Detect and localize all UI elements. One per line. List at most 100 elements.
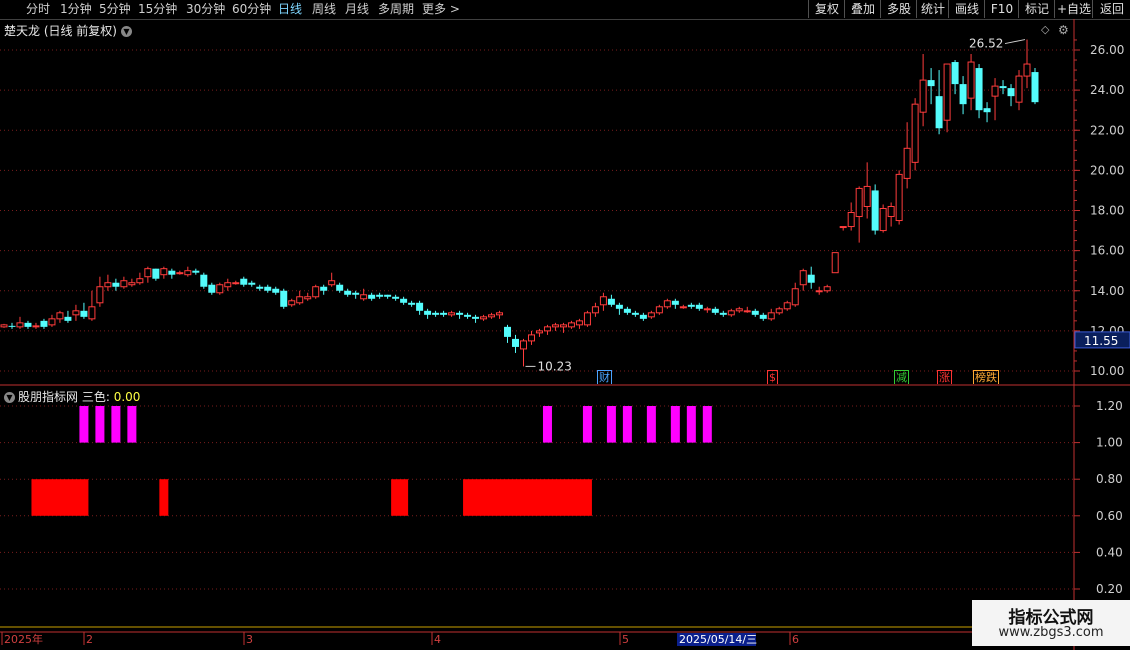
candle-body-down <box>416 302 424 311</box>
magenta-signal-bar <box>622 406 632 443</box>
candle-body-up <box>16 322 24 328</box>
candle-body-down <box>999 86 1007 89</box>
candle-body-down <box>112 282 120 287</box>
candle-body-down <box>208 284 216 293</box>
candle-body-up <box>703 308 711 311</box>
kline-chart[interactable]: 26.0024.0022.0020.0018.0016.0014.0012.00… <box>0 0 1130 650</box>
candle-body-up <box>599 296 607 306</box>
diamond-icon: ◇ <box>1041 23 1050 36</box>
candle-body-down <box>168 270 176 275</box>
candle-body-up <box>799 270 807 286</box>
candle-body-up <box>104 282 112 288</box>
candle-body-down <box>871 190 879 231</box>
candle-body-up <box>887 205 895 218</box>
candle-body-down <box>352 292 360 295</box>
candle-body-up <box>679 306 687 309</box>
price-tick-label: 24.00 <box>1090 83 1124 97</box>
magenta-signal-bar <box>670 406 680 443</box>
candle-body-up <box>128 282 136 286</box>
candle-body-up <box>360 294 368 300</box>
candle-body-down <box>8 325 16 327</box>
candle-body-up <box>895 173 903 222</box>
cursor-date-label: 2025/05/14/三 <box>679 633 757 646</box>
candle-body-down <box>1031 72 1039 103</box>
candle-body-down <box>751 310 759 315</box>
candle-body-up <box>743 310 751 313</box>
candle-body-down <box>615 304 623 309</box>
price-tick-label: 14.00 <box>1090 284 1124 298</box>
magenta-signal-bar <box>542 406 552 443</box>
candle-body-up <box>312 286 320 298</box>
candle-body-down <box>392 296 400 299</box>
candle-body-up <box>72 310 80 316</box>
xaxis-label: 6 <box>792 633 799 646</box>
price-tick-label: 16.00 <box>1090 244 1124 258</box>
candle-body-up <box>879 207 887 232</box>
candle-body-down <box>456 312 464 315</box>
red-signal-bar <box>159 479 169 516</box>
price-tick-label: 10.00 <box>1090 364 1124 378</box>
candle-body-down <box>256 286 264 289</box>
candle-body-up <box>160 268 168 276</box>
candle-body-down <box>344 290 352 295</box>
candle-body-down <box>400 298 408 303</box>
candle-body-up <box>328 280 336 286</box>
candle-body-down <box>464 314 472 317</box>
event-mark[interactable]: 减 <box>894 370 909 384</box>
candle-body-up <box>543 326 551 332</box>
candle-body-down <box>424 310 432 315</box>
indicator-tick-label: 0.60 <box>1096 509 1123 523</box>
candle-body-down <box>504 326 512 337</box>
candle-body-down <box>440 312 448 315</box>
candle-body-down <box>935 96 943 129</box>
magenta-signal-bar <box>582 406 592 443</box>
xaxis-label: 5 <box>622 633 629 646</box>
event-mark[interactable]: 财 <box>597 370 612 384</box>
candle-body-up <box>919 79 927 113</box>
candle-body-up <box>591 306 599 314</box>
candle-body-up <box>136 278 144 284</box>
candle-body-up <box>480 316 488 320</box>
indicator-tick-label: 1.00 <box>1096 436 1123 450</box>
indicator-tick-label: 0.80 <box>1096 472 1123 486</box>
candle-body-up <box>96 286 104 304</box>
magenta-signal-bar <box>686 406 696 443</box>
candle-body-up <box>567 322 575 328</box>
candle-body-up <box>176 272 184 275</box>
candle-body-up <box>527 334 535 342</box>
candle-body-down <box>152 268 160 279</box>
indicator-series-label: 三色: <box>81 390 110 404</box>
magenta-signal-bar <box>702 406 712 443</box>
candle-body-down <box>975 68 983 111</box>
candle-body-up <box>184 270 192 276</box>
xaxis-label: 2025年 <box>4 632 43 646</box>
magenta-signal-bar <box>127 406 137 443</box>
current-price-label: 11.55 <box>1084 334 1118 348</box>
candle-body-up <box>863 185 871 207</box>
candle-body-up <box>655 306 663 314</box>
candle-body-up <box>727 310 735 316</box>
candle-body-up <box>943 63 951 121</box>
candle-body-up <box>647 312 655 318</box>
candle-body-down <box>927 80 935 87</box>
magenta-signal-bar <box>111 406 121 443</box>
candle-body-down <box>248 282 256 285</box>
event-mark[interactable]: 涨 <box>937 370 952 384</box>
candle-body-down <box>240 278 248 285</box>
xaxis-label: 4 <box>434 633 441 646</box>
event-mark[interactable]: $ <box>767 370 778 384</box>
candle-body-down <box>320 286 328 291</box>
candle-body-up <box>519 340 527 350</box>
watermark-url: www.zbgs3.com <box>998 625 1104 640</box>
candle-body-up <box>775 308 783 314</box>
event-mark[interactable]: 榜跌 <box>973 370 999 384</box>
xaxis-label: 2 <box>86 633 93 646</box>
chevron-down-icon[interactable]: ▼ <box>4 392 15 403</box>
candle-body-up <box>88 306 96 320</box>
candle-body-down <box>695 304 703 309</box>
red-signal-bar <box>31 479 89 516</box>
candle-body-up <box>1023 63 1031 77</box>
candle-body-down <box>24 322 32 327</box>
candle-body-up <box>735 308 743 312</box>
candle-body-down <box>264 286 272 291</box>
